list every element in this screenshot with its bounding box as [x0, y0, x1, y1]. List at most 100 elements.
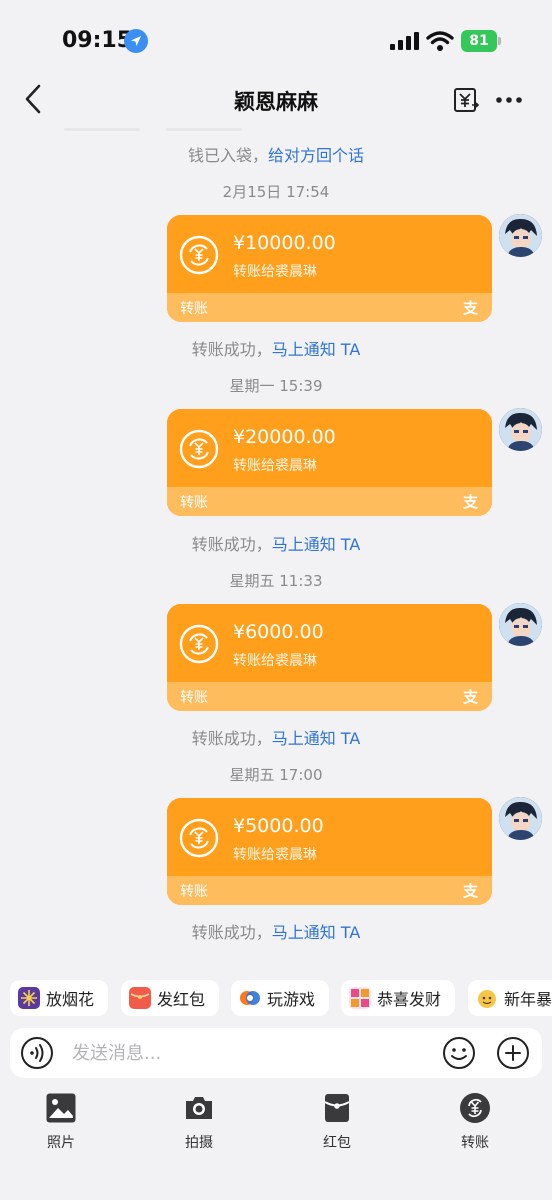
alipay-icon: 支 — [462, 299, 478, 317]
quick-actions-bar[interactable]: 放烟花 发红包 玩游戏 恭喜发财 新年暴 — [0, 980, 552, 1020]
toolbar-label: 照片 — [47, 1135, 75, 1151]
avatar-image — [499, 603, 542, 646]
new-year-icon — [476, 987, 498, 1009]
photo-icon — [46, 1093, 76, 1123]
notice-text: 转账成功， — [191, 340, 272, 359]
transfer-amount: ¥6000.00 — [233, 621, 324, 643]
transfer-description: 转账给裘晨琳 — [233, 458, 317, 474]
fireworks-icon — [18, 987, 40, 1009]
reply-link[interactable]: 给对方回个话 — [268, 146, 364, 165]
message-timestamp: 2月15日 17:54 — [222, 183, 330, 201]
transfer-icon — [460, 1093, 490, 1123]
more-button[interactable] — [495, 86, 523, 114]
message-timestamp: 星期五 11:33 — [229, 572, 323, 590]
status-time: 09:15 — [62, 28, 133, 53]
notice-text: 转账成功， — [191, 923, 272, 942]
nav-bar: 颖恩麻麻 — [0, 72, 552, 128]
transfer-amount: ¥5000.00 — [233, 815, 324, 837]
transfer-amount: ¥20000.00 — [233, 426, 336, 448]
notice-text: 转账成功， — [191, 729, 272, 748]
notice-text: 转账成功， — [191, 535, 272, 554]
quick-action-fortune[interactable]: 恭喜发财 — [341, 980, 455, 1016]
voice-icon — [21, 1037, 53, 1069]
quick-action-label: 恭喜发财 — [377, 990, 442, 1009]
bottom-toolbar: 照片 拍摄 红包 转账 — [0, 1092, 552, 1162]
transfer-circle-icon — [179, 235, 219, 275]
transfer-amount: ¥10000.00 — [233, 232, 336, 254]
wifi-icon — [426, 31, 454, 51]
transfer-description: 转账给裘晨琳 — [233, 847, 317, 863]
alipay-icon: 支 — [462, 493, 478, 511]
avatar[interactable] — [499, 408, 542, 451]
quick-action-label: 新年暴 — [504, 990, 552, 1009]
message-timestamp: 星期一 15:39 — [229, 377, 323, 395]
quick-action-red-packet[interactable]: 发红包 — [121, 980, 219, 1016]
notice-text: 钱已入袋， — [187, 146, 268, 165]
toolbar-label: 转账 — [461, 1135, 489, 1151]
transfer-description: 转账给裘晨琳 — [233, 264, 317, 280]
previous-message-edge — [64, 128, 140, 131]
location-arrow-icon — [124, 29, 148, 53]
quick-action-label: 放烟花 — [46, 990, 95, 1009]
transfer-circle-icon — [179, 429, 219, 469]
avatar[interactable] — [499, 797, 542, 840]
transfer-type-label: 转账 — [180, 495, 208, 511]
avatar[interactable] — [499, 214, 542, 257]
emoji-button[interactable] — [442, 1036, 476, 1070]
notify-link[interactable]: 马上通知 TA — [272, 340, 361, 359]
toolbar-label: 红包 — [323, 1135, 351, 1151]
avatar-image — [499, 214, 542, 257]
system-notice: 钱已入袋，给对方回个话 — [0, 142, 552, 166]
system-notice: 转账成功，马上通知 TA — [0, 336, 552, 360]
transfer-card[interactable]: ¥10000.00 转账给裘晨琳 转账 支 — [167, 215, 492, 322]
transfer-type-label: 转账 — [180, 690, 208, 706]
system-notice: 转账成功，马上通知 TA — [0, 531, 552, 555]
game-icon — [239, 987, 261, 1009]
system-notice: 转账成功，马上通知 TA — [0, 919, 552, 943]
transfer-card[interactable]: ¥6000.00 转账给裘晨琳 转账 支 — [167, 604, 492, 711]
transfer-type-label: 转账 — [180, 884, 208, 900]
toolbar-camera[interactable]: 拍摄 — [159, 1092, 239, 1152]
avatar[interactable] — [499, 603, 542, 646]
transfer-circle-icon — [179, 624, 219, 664]
notify-link[interactable]: 马上通知 TA — [272, 923, 361, 942]
quick-action-label: 发红包 — [157, 990, 206, 1009]
quick-action-fireworks[interactable]: 放烟花 — [10, 980, 108, 1016]
signal-icon — [390, 32, 419, 50]
message-composer — [10, 1028, 542, 1078]
battery-icon: 81 — [461, 30, 501, 52]
transfer-card[interactable]: ¥20000.00 转账给裘晨琳 转账 支 — [167, 409, 492, 516]
camera-icon — [186, 1097, 212, 1119]
quick-action-game[interactable]: 玩游戏 — [231, 980, 329, 1016]
voice-button[interactable] — [20, 1036, 54, 1070]
message-timestamp: 星期五 17:00 — [229, 766, 323, 784]
red-packet-icon — [129, 987, 151, 1009]
transfer-card[interactable]: ¥5000.00 转账给裘晨琳 转账 支 — [167, 798, 492, 905]
transfer-record-button[interactable] — [452, 86, 480, 114]
transfer-circle-icon — [179, 818, 219, 858]
alipay-icon: 支 — [462, 882, 478, 900]
more-dots-icon — [496, 97, 522, 103]
system-notice: 转账成功，马上通知 TA — [0, 725, 552, 749]
toolbar-transfer[interactable]: 转账 — [435, 1092, 515, 1152]
avatar-image — [499, 797, 542, 840]
toolbar-red-packet[interactable]: 红包 — [297, 1092, 377, 1152]
toolbar-label: 拍摄 — [185, 1135, 213, 1151]
transfer-description: 转账给裘晨琳 — [233, 653, 317, 669]
emoji-icon — [443, 1037, 475, 1069]
message-input[interactable] — [72, 1040, 432, 1066]
notify-link[interactable]: 马上通知 TA — [272, 729, 361, 748]
more-functions-button[interactable] — [496, 1036, 530, 1070]
toolbar-photo[interactable]: 照片 — [21, 1092, 101, 1152]
battery-level: 81 — [469, 33, 489, 49]
notify-link[interactable]: 马上通知 TA — [272, 535, 361, 554]
previous-message-edge — [166, 128, 242, 131]
plus-icon — [497, 1037, 529, 1069]
red-packet-icon — [324, 1094, 350, 1122]
chat-area[interactable]: 钱已入袋，给对方回个话 2月15日 17:54 ¥10000.00 转账给裘晨琳… — [0, 128, 552, 973]
quick-action-new-year[interactable]: 新年暴 — [468, 980, 552, 1016]
avatar-image — [499, 408, 542, 451]
status-bar: 09:15 81 — [0, 0, 552, 80]
fortune-icon — [349, 987, 371, 1009]
yuan-exchange-icon — [454, 88, 480, 112]
